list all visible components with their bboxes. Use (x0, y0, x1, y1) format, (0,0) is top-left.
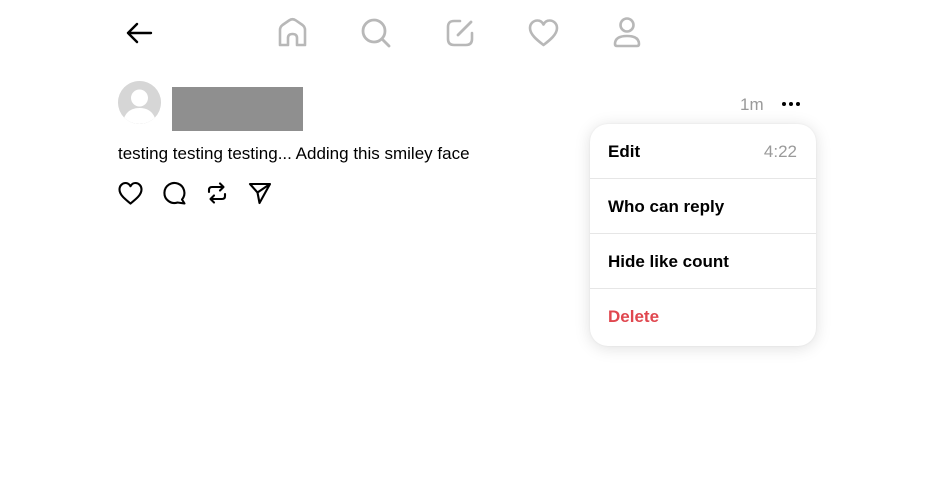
person-icon[interactable] (611, 16, 643, 49)
post-options-menu: Edit 4:22 Who can reply Hide like count … (590, 124, 816, 346)
search-icon[interactable] (360, 17, 392, 49)
avatar[interactable] (118, 81, 161, 124)
menu-item-delete[interactable]: Delete (590, 289, 816, 344)
menu-item-edit[interactable]: Edit 4:22 (590, 124, 816, 179)
reply-icon[interactable] (161, 180, 187, 206)
avatar-placeholder-icon (118, 81, 161, 124)
thread-post-page: 1m testing testing testing... Adding thi… (0, 0, 926, 500)
menu-item-label: Hide like count (608, 252, 729, 271)
menu-item-label: Delete (608, 307, 660, 326)
share-icon[interactable] (247, 180, 273, 206)
menu-item-who-can-reply[interactable]: Who can reply (590, 179, 816, 234)
more-options-icon[interactable] (780, 95, 802, 113)
post-text: testing testing testing... Adding this s… (118, 144, 470, 163)
menu-item-hide-like-count[interactable]: Hide like count (590, 234, 816, 289)
back-arrow-icon[interactable] (124, 18, 154, 48)
username-redacted (172, 87, 303, 131)
menu-item-label: Who can reply (608, 197, 725, 216)
repost-icon[interactable] (204, 180, 230, 206)
post-timestamp: 1m (740, 95, 764, 114)
heart-icon[interactable] (527, 17, 560, 49)
home-icon[interactable] (276, 17, 309, 49)
menu-item-label: Edit (608, 142, 641, 161)
edit-time-remaining: 4:22 (763, 142, 797, 161)
like-icon[interactable] (117, 180, 144, 206)
compose-icon[interactable] (444, 17, 476, 49)
